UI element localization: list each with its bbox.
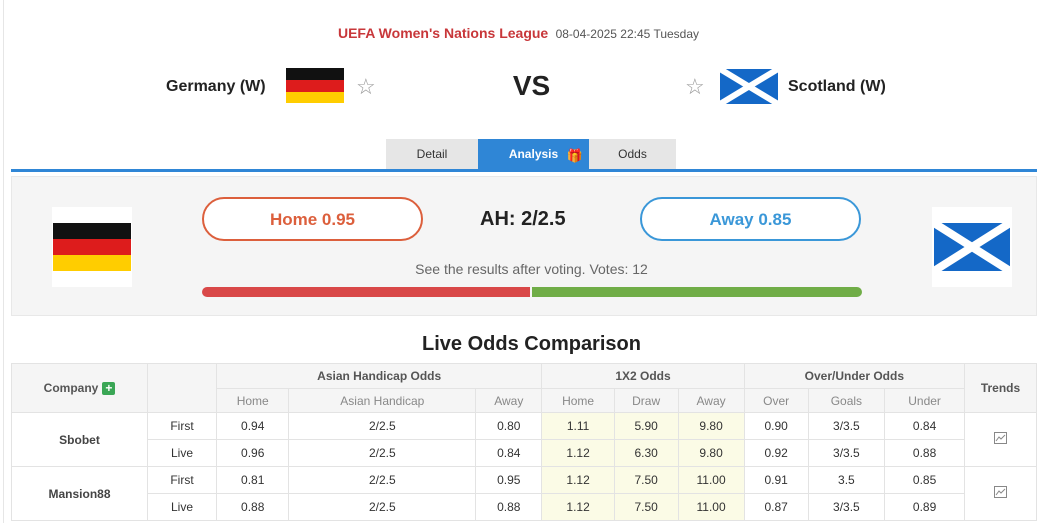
sub-header: Under [884,388,965,413]
odds-cell: 9.80 [677,439,745,467]
add-company-icon[interactable]: + [102,382,116,396]
odds-cell: 7.50 [613,466,679,494]
odds-cell: 0.88 [884,439,965,467]
odds-cell: 1.11 [541,412,615,440]
trend-chart-icon[interactable] [994,486,1007,498]
section-title: Live Odds Comparison [422,333,641,355]
vote-home-button[interactable]: Home 0.95 [202,197,423,241]
gift-icon: 🎁 [566,148,583,163]
odds-cell: 11.00 [677,466,745,494]
odds-cell: 3/3.5 [807,493,886,521]
odds-cell: 0.88 [215,493,290,521]
company-name[interactable]: Sbobet [11,412,148,467]
sub-header: Away [677,388,745,413]
tab-odds[interactable]: Odds [589,139,676,170]
odds-cell: 0.85 [884,466,965,494]
odds-cell: 2/2.5 [288,466,477,494]
tab-analysis-label: Analysis [508,147,559,161]
favorite-star-icon[interactable]: ☆ [685,76,705,98]
table-row: Mansion88 First 0.81 2/2.5 0.95 1.12 7.5… [11,466,1037,521]
company-header-label: Company [43,380,99,395]
votes-note: See the results after voting. Votes: 12 [415,261,648,277]
odds-cell: 0.88 [475,493,543,521]
company-name[interactable]: Mansion88 [11,466,148,521]
odds-cell: 1.12 [541,439,615,467]
scotland-flag-icon [720,69,778,104]
sub-header: Home [541,388,615,413]
odds-cell: 0.81 [215,466,290,494]
odds-cell: 0.94 [215,412,290,440]
odds-cell: 3/3.5 [807,439,886,467]
trend-chart-icon[interactable] [994,432,1007,444]
odds-cell: 3.5 [807,466,886,494]
odds-cell: 0.84 [475,439,543,467]
odds-cell: 2/2.5 [288,439,477,467]
away-vote-bar [532,287,862,297]
tab-detail[interactable]: Detail [386,139,478,170]
odds-table: Company + Asian Handicap Odds 1X2 Odds Ov… [11,363,1037,521]
sub-header: Goals [807,388,886,413]
odds-type: Live [147,439,217,467]
odds-cell: 11.00 [677,493,745,521]
odds-cell: 0.80 [475,412,543,440]
odds-cell: 3/3.5 [807,412,886,440]
type-header [147,363,217,413]
sub-header: Over [743,388,809,413]
odds-cell: 0.92 [743,439,809,467]
odds-cell: 0.91 [743,466,809,494]
trends-cell [964,466,1037,521]
table-row: Live 0.96 2/2.5 0.84 1.12 6.30 9.80 0.92… [12,439,1037,467]
odds-type: First [147,466,217,494]
trends-cell [964,412,1037,467]
odds-cell: 0.90 [743,412,809,440]
odds-cell: 0.95 [475,466,543,494]
odds-cell: 0.84 [884,412,965,440]
sub-header: Draw [613,388,679,413]
trends-header: Trends [964,363,1037,413]
odds-cell: 1.12 [541,466,615,494]
vote-away-button[interactable]: Away 0.85 [640,197,861,241]
odds-cell: 0.87 [743,493,809,521]
asian-handicap-header: Asian Handicap Odds [215,363,543,389]
odds-cell: 7.50 [613,493,679,521]
odds-cell: 2/2.5 [288,493,477,521]
tab-bar: Detail Analysis 🎁 Odds [386,139,676,170]
odds-cell: 5.90 [613,412,679,440]
away-team-name[interactable]: Scotland (W) [788,78,886,96]
sub-header: Home [215,388,290,413]
match-datetime: 08-04-2025 22:45 Tuesday [555,27,700,41]
odds-type: Live [147,493,217,521]
company-header: Company + [11,363,148,413]
tab-underline [11,169,1037,172]
table-row: Live 0.88 2/2.5 0.88 1.12 7.50 11.00 0.8… [12,493,1037,521]
odds-cell: 0.89 [884,493,965,521]
home-vote-bar [202,287,530,297]
sub-header: Asian Handicap [288,388,477,413]
asian-handicap-label: AH: 2/2.5 [480,208,566,230]
match-info: UEFA Women's Nations League 08-04-2025 2… [0,25,1037,41]
odds-cell: 9.80 [677,412,745,440]
odds-cell: 0.96 [215,439,290,467]
league-name[interactable]: UEFA Women's Nations League [338,25,548,41]
odds-cell: 2/2.5 [288,412,477,440]
sub-header: Away [475,388,543,413]
odds-cell: 1.12 [541,493,615,521]
odds-type: First [147,412,217,440]
tab-analysis[interactable]: Analysis 🎁 [478,139,589,170]
over-under-header: Over/Under Odds [743,363,966,389]
odds-cell: 6.30 [613,439,679,467]
table-row: Sbobet First 0.94 2/2.5 0.80 1.11 5.90 9… [11,412,1037,467]
x12-header: 1X2 Odds [541,363,745,389]
